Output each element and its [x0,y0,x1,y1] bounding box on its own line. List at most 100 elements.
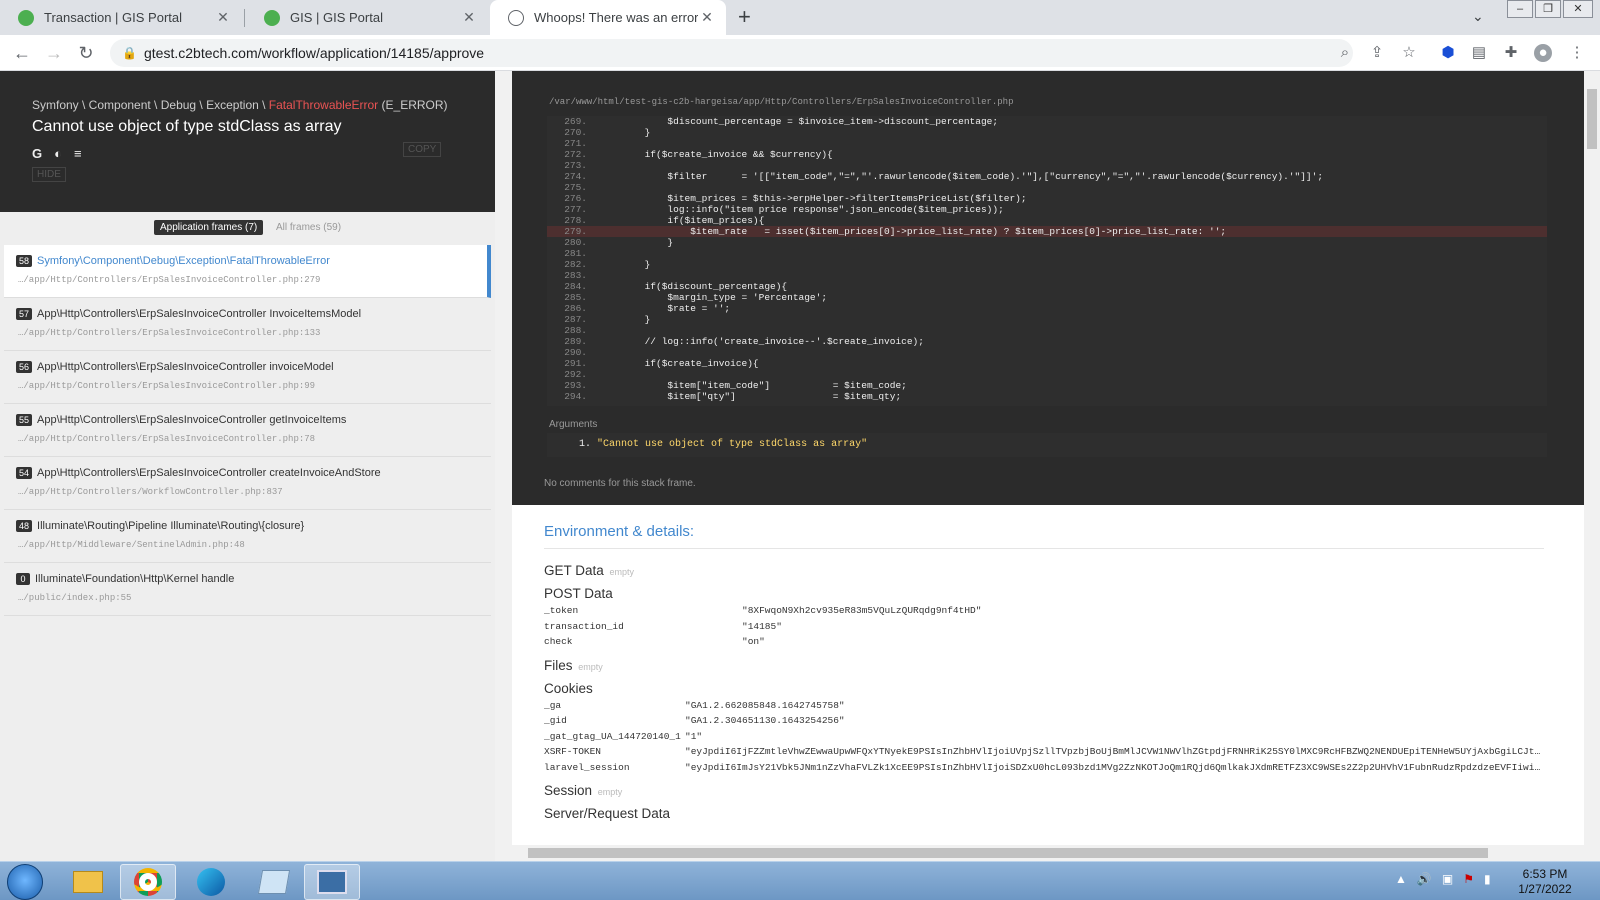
right-scrollbar[interactable] [1584,71,1600,861]
close-tab-icon[interactable]: ✕ [698,9,716,26]
lock-icon: 🔒 [122,46,137,60]
chrome-icon[interactable] [120,864,176,900]
code-line: 270. } [547,127,1547,138]
files-title: Files empty [544,658,1544,673]
kv-row: _ga "GA1.2.662085848.1642745758" [544,698,1544,714]
signal-icon[interactable]: ▮ [1484,872,1491,886]
scrollbar-thumb[interactable] [528,848,1488,858]
line-number: 281. [564,248,587,259]
line-text: $item_prices = $this->erpHelper->filterI… [599,193,1027,204]
address-bar[interactable]: 🔒 gtest.c2btech.com/workflow/application… [110,39,1353,67]
exception-type: (E_ERROR) [381,98,448,112]
frame-class: Illuminate\Routing\Pipeline Illuminate\R… [37,520,305,532]
new-tab-button[interactable]: + [738,4,751,30]
extension-clipboard-icon[interactable]: ▤ [1470,44,1488,62]
frame-index: 0 [16,573,30,585]
hide-button[interactable]: HIDE [32,167,66,182]
tab-search-chevron-down-icon[interactable]: ⌄ [1472,8,1484,25]
application-frames-filter[interactable]: Application frames (7) [153,220,264,235]
code-line: 269. $discount_percentage = $invoice_ite… [547,116,1547,127]
left-scrollbar[interactable] [495,71,512,861]
kv-value: "14185" [742,620,782,632]
kv-value: "8XFwqoN9Xh2cv935eR83m5VQuLzQURqdg9nf4tH… [742,605,982,617]
volume-icon[interactable]: 🔊 [1417,872,1432,886]
edge-icon[interactable] [183,864,239,900]
kv-row: XSRF-TOKEN "eyJpdiI6IjFZZmtleVhwZEwwaUpwW… [544,744,1544,760]
clock-time: 6:53 PM [1522,867,1568,881]
stack-frame-item[interactable]: 56 App\Http\Controllers\ErpSalesInvoiceCo… [4,351,491,404]
file-explorer-icon[interactable] [60,864,116,900]
frame-file: …/app/Http/Controllers/ErpSalesInvoiceCo… [18,381,316,391]
frame-file: …/app/Http/Controllers/WorkflowControlle… [18,487,283,497]
duckduckgo-search-icon[interactable]: ◐ [54,146,62,161]
kv-row: _gat_gtag_UA_144720140_1 "1" [544,729,1544,745]
stack-frame-item[interactable]: 55 App\Http\Controllers\ErpSalesInvoiceCo… [4,404,491,457]
frame-file: …/app/Http/Middleware/SentinelAdmin.php:… [18,540,245,550]
share-icon[interactable]: ⇪ [1368,44,1386,62]
windows-start-icon[interactable] [7,864,43,900]
kebab-menu-icon[interactable]: ⋮ [1568,44,1586,62]
line-number: 277. [564,204,587,215]
stack-frame-item[interactable]: 54 App\Http\Controllers\ErpSalesInvoiceCo… [4,457,491,510]
arguments-label: Arguments [549,419,598,430]
close-tab-icon[interactable]: ✕ [214,9,232,26]
clock-date: 1/27/2022 [1518,882,1572,896]
close-tab-icon[interactable]: ✕ [460,9,478,26]
bookmark-star-icon[interactable]: ☆ [1400,44,1418,62]
extension-shield-icon[interactable]: ⬢ [1439,44,1457,62]
kv-key: _ga [544,699,562,711]
notepad-icon[interactable] [246,864,302,900]
stack-frame-item[interactable]: 0 Illuminate\Foundation\Http\Kernel handl… [4,563,491,616]
line-text: log::info("item price response".json_enc… [599,204,1004,215]
exception-class: Symfony \ Component \ Debug \ Exception … [32,98,463,112]
tab-transaction[interactable]: Transaction | GIS Portal ✕ [0,0,242,35]
stack-frame-item[interactable]: 48 Illuminate\Routing\Pipeline Illuminate… [4,510,491,563]
frame-class: App\Http\Controllers\ErpSalesInvoiceCont… [37,414,347,426]
tab-whoops[interactable]: Whoops! There was an error. ✕ [490,0,726,35]
empty-label: empty [609,567,635,577]
horizontal-scrollbar[interactable] [512,845,1584,861]
line-text: } [599,127,651,138]
line-number: 273. [564,160,587,171]
environment-title: Environment & details: [544,523,1544,549]
extensions-puzzle-icon[interactable]: ✚ [1502,44,1520,62]
search-links: G ◐ ≡ [32,146,463,161]
kv-row: check "on" [544,634,1544,650]
code-line: 271. [547,138,1547,149]
code-line: 278. if($item_prices){ [547,215,1547,226]
close-window-icon[interactable]: ✕ [1563,0,1593,18]
forward-arrow-icon[interactable]: → [43,42,65,64]
line-number: 276. [564,193,587,204]
all-frames-filter[interactable]: All frames (59) [276,222,341,233]
back-arrow-icon[interactable]: ← [11,42,33,64]
scrollbar-thumb[interactable] [1587,89,1597,149]
line-number: 278. [564,215,587,226]
line-text: } [599,237,674,248]
url-text: gtest.c2btech.com/workflow/application/1… [144,45,485,61]
exception-header: Symfony \ Component \ Debug \ Exception … [0,71,495,212]
stack-frames-panel: Symfony \ Component \ Debug \ Exception … [0,71,495,861]
zoom-icon[interactable]: ⌕ [1336,44,1354,62]
show-hidden-icons-icon[interactable]: ▲ [1395,872,1407,886]
google-search-icon[interactable]: G [32,146,42,161]
screenshot-tool-icon[interactable] [304,864,360,900]
frame-class: App\Http\Controllers\ErpSalesInvoiceCont… [37,361,334,373]
kv-key: _token [544,605,579,617]
restore-icon[interactable]: ❐ [1535,0,1561,18]
network-icon[interactable]: ▣ [1442,872,1453,886]
minimize-icon[interactable]: – [1507,0,1533,18]
stack-frame-item[interactable]: 57 App\Http\Controllers\ErpSalesInvoiceCo… [4,298,491,351]
code-line: 291. if($create_invoice){ [547,358,1547,369]
tab-gis[interactable]: GIS | GIS Portal ✕ [246,0,488,35]
frame-line: 48 Illuminate\Routing\Pipeline Illuminate… [16,520,491,532]
copy-button[interactable]: COPY [403,142,442,157]
reload-icon[interactable]: ↻ [75,42,97,64]
stackoverflow-search-icon[interactable]: ≡ [74,146,82,161]
clock[interactable]: 6:53 PM 1/27/2022 [1500,867,1590,897]
profile-avatar-icon[interactable]: ● [1534,44,1552,62]
line-text: $discount_percentage = $invoice_item->di… [599,116,999,127]
stack-frame-item[interactable]: 58 Symfony\Component\Debug\Exception\Fata… [4,245,491,298]
kv-key: transaction_id [544,620,624,632]
action-center-icon[interactable]: ⚑ [1463,872,1474,886]
line-text: $item["qty"] = $item_qty; [599,391,902,402]
